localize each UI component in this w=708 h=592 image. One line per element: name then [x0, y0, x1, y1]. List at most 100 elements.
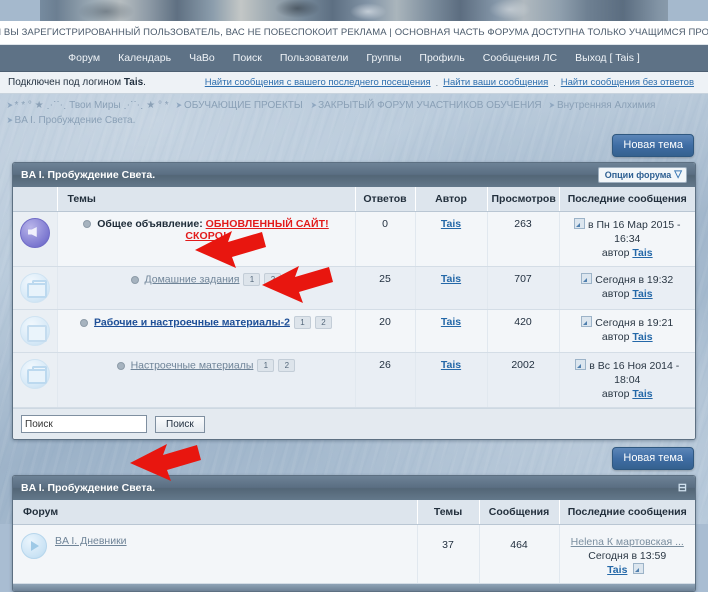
- topic-replies: 25: [355, 266, 416, 310]
- subforums-panel-header: BA I. Пробуждение Света. ⊟: [13, 476, 695, 500]
- link-find-your-posts[interactable]: Найти ваши сообщения: [443, 77, 548, 88]
- topics-panel: BA I. Пробуждение Света. Опции форума ▽ …: [12, 162, 696, 440]
- forums-col-forum: Форум: [13, 500, 418, 525]
- breadcrumb-arrow-icon: ➤: [6, 115, 13, 125]
- goto-last-post-icon[interactable]: [573, 218, 585, 229]
- topic-views: 707: [487, 266, 560, 310]
- folder-open-icon: [19, 359, 50, 389]
- forum-arrow-icon: [21, 533, 47, 559]
- forum-icon-cell: [13, 531, 55, 561]
- topic-subject-cell: Рабочие и настроечные материалы-2 1 2: [57, 309, 356, 353]
- lastpost-author-prefix: автор: [601, 331, 630, 343]
- topic-author-cell: Tais: [415, 352, 488, 408]
- nav-item-faq[interactable]: ЧаВо: [180, 52, 224, 64]
- forums-col-lastpost: Последние сообщения: [559, 500, 695, 525]
- topic-lastpost-author-link[interactable]: Tais: [632, 288, 652, 300]
- lastpost-author-prefix: автор: [601, 388, 630, 400]
- topic-views: 263: [487, 211, 560, 267]
- topic-author-link[interactable]: Tais: [441, 359, 461, 371]
- topic-lastpost-author-link[interactable]: Tais: [632, 331, 652, 343]
- search-input[interactable]: [21, 415, 147, 433]
- new-topic-button-bottom[interactable]: Новая тема: [612, 447, 694, 470]
- nav-item-search[interactable]: Поиск: [224, 52, 271, 64]
- chevron-down-icon: ▽: [674, 169, 682, 180]
- goto-last-post-icon[interactable]: [581, 316, 593, 327]
- topics-col-replies: Ответов: [355, 187, 416, 212]
- forum-lastpost-author-link[interactable]: Tais: [607, 564, 627, 576]
- forum-lastpost-title-link[interactable]: Helena К мартовская ...: [571, 536, 684, 548]
- topic-status-dot-icon: [130, 275, 139, 284]
- topic-page-badge-2[interactable]: 2: [264, 273, 282, 286]
- forum-messages-count: 464: [479, 524, 560, 584]
- topics-col-icon: [13, 187, 58, 212]
- forum-lastpost-cell: Helena К мартовская ... Сегодня в 13:59 …: [559, 524, 695, 584]
- topic-lastpost-author-link[interactable]: Tais: [632, 247, 652, 259]
- topic-title-link[interactable]: Домашние задания: [145, 273, 240, 285]
- topic-page-badge-1[interactable]: 1: [243, 273, 261, 286]
- topic-page-badge-1[interactable]: 1: [293, 316, 311, 329]
- topic-author-link[interactable]: Tais: [441, 316, 461, 328]
- breadcrumb-item-projects[interactable]: ОБУЧАЮЩИЕ ПРОЕКТЫ: [184, 100, 303, 111]
- goto-last-post-icon[interactable]: [575, 359, 587, 370]
- topic-lastpost-date: Сегодня в 19:21: [595, 317, 674, 329]
- forums-col-messages: Сообщения: [479, 500, 560, 525]
- table-row: BA I. Дневники 37 464 Helena К мартовска…: [13, 524, 695, 584]
- topic-page-badge-2[interactable]: 2: [314, 316, 332, 329]
- topic-author-link[interactable]: Tais: [441, 273, 461, 285]
- topic-replies: 0: [355, 211, 416, 267]
- topic-author-cell: Tais: [415, 266, 488, 310]
- nav-item-private-messages[interactable]: Сообщения ЛС: [474, 52, 566, 64]
- table-row: Домашние задания 1 2 25 Tais 707 Сегодня в…: [13, 266, 695, 310]
- topic-lastpost-author-row: автор Tais: [564, 246, 692, 260]
- nav-item-users[interactable]: Пользователи: [271, 52, 358, 64]
- new-topic-button-top[interactable]: Новая тема: [612, 134, 694, 157]
- topic-views: 420: [487, 309, 560, 353]
- topics-col-author: Автор: [415, 187, 488, 212]
- link-find-posts-since-last-visit[interactable]: Найти сообщения с вашего последнего посе…: [205, 77, 431, 88]
- site-notice-text: ЕСЛИ ВЫ ЗАРЕГИСТРИРОВАННЫЙ ПОЛЬЗОВАТЕЛЬ,…: [0, 27, 708, 38]
- breadcrumb-item-current[interactable]: BA I. Пробуждение Света.: [15, 115, 136, 126]
- topics-col-lastpost: Последние сообщения: [559, 187, 695, 212]
- nav-item-calendar[interactable]: Календарь: [109, 52, 180, 64]
- forum-name-link[interactable]: BA I. Дневники: [55, 535, 127, 547]
- subforums-panel-footer: [13, 584, 695, 591]
- nav-item-forum[interactable]: Форум: [59, 52, 109, 64]
- breadcrumb-item-inner-alchemy[interactable]: Внутренняя Алхимия: [557, 100, 656, 111]
- topics-table: Темы Ответов Автор Просмотров Последние …: [13, 187, 695, 408]
- nav-item-profile[interactable]: Профиль: [410, 52, 473, 64]
- topic-page-badge-1[interactable]: 1: [257, 359, 275, 372]
- topic-title-link[interactable]: Настроечные материалы: [131, 359, 254, 371]
- folder-open-icon: [19, 273, 50, 303]
- goto-last-post-icon[interactable]: [581, 273, 593, 284]
- topic-page-badge-2[interactable]: 2: [278, 359, 296, 372]
- topics-panel-header: BA I. Пробуждение Света. Опции форума ▽: [13, 163, 695, 187]
- subforums-table: Форум Темы Сообщения Последние сообщения: [13, 500, 695, 584]
- topic-lastpost-author-row: автор Tais: [564, 330, 692, 344]
- forum-name-cell: BA I. Дневники: [13, 524, 418, 584]
- lastpost-author-prefix: автор: [601, 247, 630, 259]
- topics-panel-title: BA I. Пробуждение Света.: [21, 169, 156, 181]
- announcement-title-link[interactable]: ОБНОВЛЕННЫЙ САЙТ! СКОРО!: [185, 218, 328, 242]
- folder-icon: [19, 316, 50, 346]
- quick-search-links: Найти сообщения с вашего последнего посе…: [205, 77, 700, 88]
- breadcrumb-item-closed-forum[interactable]: ЗАКРЫТЫЙ ФОРУМ УЧАСТНИКОВ ОБУЧЕНИЯ: [318, 100, 542, 111]
- site-banner-image: [0, 0, 708, 21]
- site-notice-bar: ЕСЛИ ВЫ ЗАРЕГИСТРИРОВАННЫЙ ПОЛЬЗОВАТЕЛЬ,…: [0, 21, 708, 45]
- topic-title-link[interactable]: Рабочие и настроечные материалы-2: [94, 316, 290, 328]
- main-navigation: Форум Календарь ЧаВо Поиск Пользователи …: [0, 45, 708, 72]
- topic-lastpost-date: в Вс 16 Ноя 2014 - 18:04: [589, 360, 680, 386]
- forum-options-button[interactable]: Опции форума ▽: [597, 167, 687, 183]
- search-button[interactable]: Поиск: [155, 415, 205, 433]
- forum-options-label: Опции форума: [604, 170, 672, 180]
- topic-lastpost-author-link[interactable]: Tais: [632, 388, 652, 400]
- collapse-icon[interactable]: ⊟: [678, 483, 687, 494]
- link-find-unanswered-posts[interactable]: Найти сообщения без ответов: [561, 77, 694, 88]
- subforums-panel-title: BA I. Пробуждение Света.: [21, 482, 156, 494]
- breadcrumb: ➤ * * ° ★ ⋰⋱ Твои Миры ⋰⋱ ★ ° * ➤ ОБУЧАЮЩИ…: [0, 94, 708, 134]
- breadcrumb-item-root[interactable]: * * ° ★ ⋰⋱ Твои Миры ⋰⋱ ★ ° *: [15, 100, 169, 111]
- nav-item-logout[interactable]: Выход [ Tais ]: [566, 52, 649, 64]
- goto-last-post-icon[interactable]: [633, 563, 645, 574]
- topic-author-link[interactable]: Tais: [441, 218, 461, 230]
- nav-item-groups[interactable]: Группы: [357, 52, 410, 64]
- forum-link-cell: BA I. Дневники: [55, 531, 127, 561]
